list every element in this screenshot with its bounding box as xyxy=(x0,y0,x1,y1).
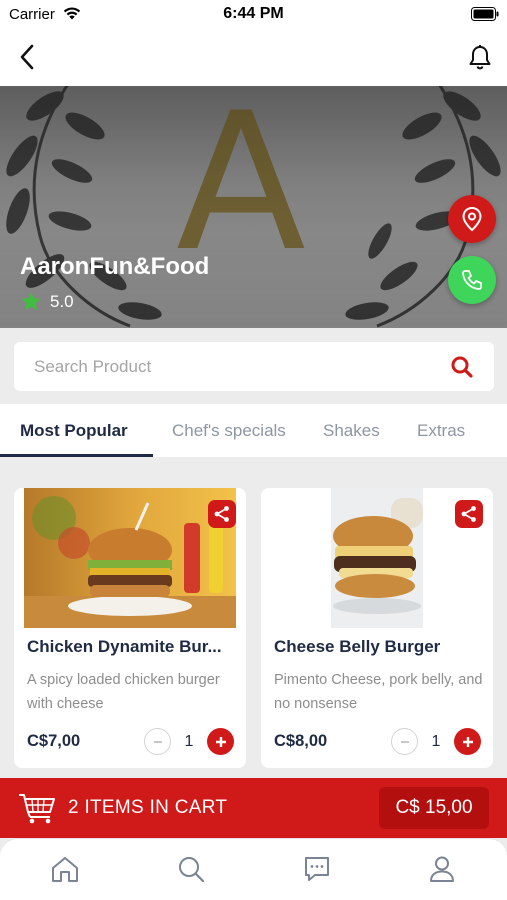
notifications-button[interactable] xyxy=(465,42,495,72)
user-icon xyxy=(430,856,454,882)
status-time: 6:44 PM xyxy=(223,5,284,22)
product-title: Cheese Belly Burger xyxy=(274,637,441,656)
tab-search[interactable] xyxy=(175,853,207,885)
search-placeholder: Search Product xyxy=(34,357,152,376)
cart-total-button[interactable]: C$ 15,00 xyxy=(379,787,489,829)
decrease-quantity-button[interactable] xyxy=(391,728,418,755)
bell-icon xyxy=(469,45,491,70)
tab-profile[interactable] xyxy=(426,853,458,885)
product-image xyxy=(331,488,423,628)
product-title: Chicken Dynamite Bur... xyxy=(27,637,222,656)
plus-icon xyxy=(462,736,473,747)
tab-extras[interactable]: Extras xyxy=(417,421,465,441)
plus-icon xyxy=(215,736,226,747)
increase-quantity-button[interactable] xyxy=(207,728,234,755)
search-icon[interactable] xyxy=(450,355,474,384)
back-button[interactable] xyxy=(12,42,42,72)
quantity-stepper: 1 xyxy=(391,728,481,755)
bottom-tab-bar xyxy=(0,838,507,900)
search-icon xyxy=(179,857,205,883)
tab-home[interactable] xyxy=(49,853,81,885)
rating-value: 5.0 xyxy=(50,291,74,311)
home-icon xyxy=(52,857,78,882)
product-card[interactable]: Cheese Belly Burger Pimento Cheese, pork… xyxy=(261,488,493,768)
minus-icon xyxy=(153,740,162,743)
increase-quantity-button[interactable] xyxy=(454,728,481,755)
chevron-left-icon xyxy=(20,44,34,70)
map-pin-icon xyxy=(462,206,482,232)
minus-icon xyxy=(400,740,409,743)
quantity-value: 1 xyxy=(431,732,441,750)
tab-chefs-specials[interactable]: Chef's specials xyxy=(172,421,286,441)
location-button[interactable] xyxy=(448,195,496,243)
message-icon xyxy=(305,857,329,881)
star-icon xyxy=(21,291,41,311)
restaurant-name: AaronFun&Food xyxy=(20,253,210,280)
quantity-value: 1 xyxy=(184,732,194,750)
tab-messages[interactable] xyxy=(301,853,333,885)
active-tab-indicator xyxy=(0,454,153,457)
product-price: C$7,00 xyxy=(27,732,81,750)
share-button[interactable] xyxy=(208,500,236,528)
status-bar: Carrier 6:44 PM xyxy=(0,0,507,28)
battery-icon xyxy=(471,7,499,26)
quantity-stepper: 1 xyxy=(144,728,234,755)
product-description: A spicy loaded chicken burger with chees… xyxy=(27,672,220,712)
tab-most-popular[interactable]: Most Popular xyxy=(20,421,128,441)
phone-icon xyxy=(462,270,482,290)
cart-items-label: 2 ITEMS IN CART xyxy=(68,797,228,818)
tab-shakes[interactable]: Shakes xyxy=(323,421,380,441)
restaurant-hero: A AaronFun&Food 5.0 xyxy=(0,86,507,328)
product-image xyxy=(24,488,236,628)
restaurant-rating: 5.0 xyxy=(20,291,74,312)
cart-bar[interactable]: 2 ITEMS IN CART C$ 15,00 xyxy=(0,778,507,838)
share-icon xyxy=(214,506,229,522)
share-icon xyxy=(461,506,476,522)
call-button[interactable] xyxy=(448,256,496,304)
navigation-bar xyxy=(0,28,507,86)
share-button[interactable] xyxy=(455,500,483,528)
decrease-quantity-button[interactable] xyxy=(144,728,171,755)
search-input[interactable]: Search Product xyxy=(14,342,494,391)
product-description: Pimento Cheese, pork belly, and no nonse… xyxy=(274,672,483,712)
shopping-cart-icon xyxy=(18,792,58,829)
category-tabs: Most Popular Chef's specials Shakes Extr… xyxy=(0,404,507,457)
product-price: C$8,00 xyxy=(274,732,328,750)
product-card[interactable]: Chicken Dynamite Bur... A spicy loaded c… xyxy=(14,488,246,768)
